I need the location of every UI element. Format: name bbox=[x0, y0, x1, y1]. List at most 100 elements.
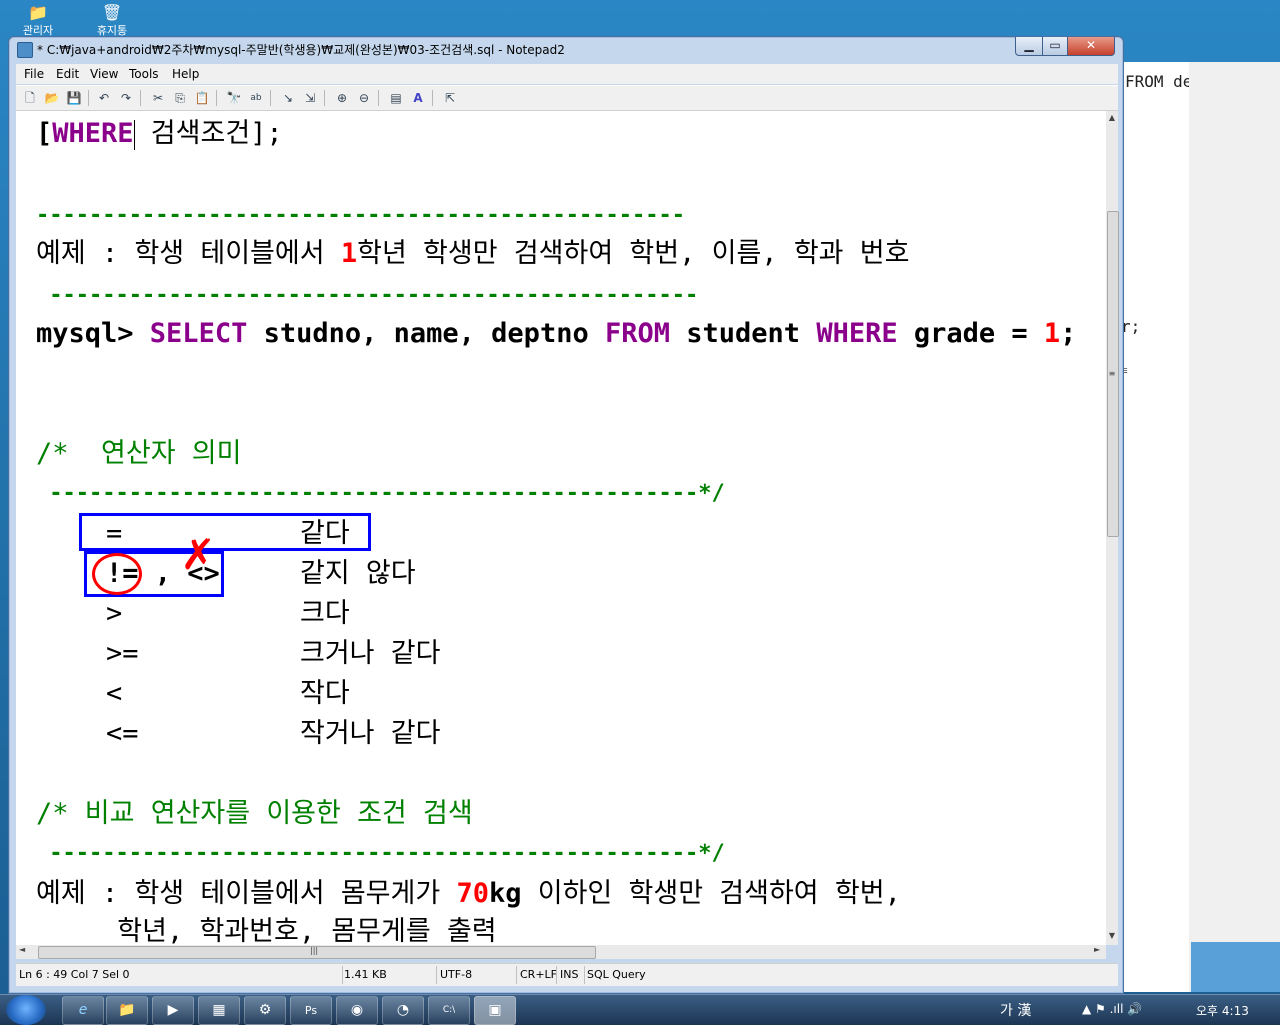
folder-icon: 📁 bbox=[28, 3, 48, 22]
toolbar-separator bbox=[88, 90, 89, 106]
scroll-right-icon[interactable]: ► bbox=[1094, 945, 1100, 954]
media-player-icon[interactable]: ▶ bbox=[152, 996, 194, 1025]
operator-meaning: 크거나 같다 bbox=[300, 638, 441, 669]
toolbar-separator bbox=[324, 90, 325, 106]
operator-symbol: <= bbox=[106, 718, 139, 749]
ime-indicator[interactable]: 가 漢 bbox=[1000, 1000, 1031, 1020]
start-button[interactable] bbox=[6, 995, 46, 1025]
redo-icon[interactable]: ↷ bbox=[118, 90, 134, 106]
toolbar-separator bbox=[216, 90, 217, 106]
tray-icons[interactable]: ▲ ⚑ .ıll 🔊 bbox=[1082, 1002, 1142, 1016]
operator-symbol: >= bbox=[106, 638, 139, 669]
ontop-icon[interactable]: ⇱ bbox=[442, 90, 458, 106]
code-line-where: [WHERE 검색조건]; bbox=[36, 118, 283, 150]
menu-tools[interactable]: Tools bbox=[129, 67, 159, 81]
status-separator bbox=[584, 966, 585, 984]
menu-edit[interactable]: Edit bbox=[56, 67, 79, 81]
find-icon[interactable]: 🔭 bbox=[226, 90, 242, 106]
status-separator bbox=[436, 966, 437, 984]
status-lexer[interactable]: SQL Query bbox=[587, 968, 646, 981]
status-separator bbox=[556, 966, 557, 984]
zoom-in-icon[interactable]: ⊕ bbox=[334, 90, 350, 106]
menu-bar: File Edit View Tools Help bbox=[16, 64, 1118, 84]
scroll-grip-icon: ≡ bbox=[1108, 369, 1116, 378]
highlight-box-equals bbox=[79, 513, 371, 551]
ie-icon[interactable]: e bbox=[62, 996, 104, 1025]
highlight-circle bbox=[92, 553, 142, 595]
document-icon[interactable]: ▦ bbox=[198, 996, 240, 1025]
desktop-icon-admin[interactable]: 📁 관리자 bbox=[8, 4, 68, 38]
explorer-icon[interactable]: 📁 bbox=[106, 996, 148, 1025]
menu-help[interactable]: Help bbox=[172, 67, 199, 81]
example2-text-cont: 학년, 학과번호, 몸무게를 출력 bbox=[36, 916, 497, 945]
save-icon[interactable]: 💾 bbox=[66, 90, 82, 106]
status-separator bbox=[342, 966, 343, 984]
operator-symbol: < bbox=[106, 678, 123, 709]
clock[interactable]: 오후 4:13 bbox=[1196, 1002, 1249, 1019]
example1-text: 예제 : 학생 테이블에서 1학년 학생만 검색하여 학번, 이름, 학과 번호 bbox=[36, 238, 910, 269]
goto-icon[interactable]: ↘ bbox=[280, 90, 296, 106]
zoom-out-icon[interactable]: ⊖ bbox=[356, 90, 372, 106]
background-window[interactable]: FROM department r; ≡ bbox=[1120, 62, 1280, 992]
app-icon bbox=[17, 42, 33, 58]
scroll-down-icon[interactable]: ▼ bbox=[1106, 931, 1118, 940]
status-eol[interactable]: CR+LF bbox=[520, 968, 557, 981]
notepad2-window[interactable]: * C:₩java+android₩2주차₩mysql-주말반(학생용)₩교제(… bbox=[8, 36, 1124, 994]
undo-icon[interactable]: ↶ bbox=[96, 90, 112, 106]
example2-text: 예제 : 학생 테이블에서 몸무게가 70kg 이하인 학생만 검색하여 학번, bbox=[36, 878, 901, 909]
recycle-bin-icon: 🗑 bbox=[101, 3, 123, 22]
toolbar-separator bbox=[378, 90, 379, 106]
paste-icon[interactable]: 📋 bbox=[194, 90, 210, 106]
toolbar-separator bbox=[432, 90, 433, 106]
operator-meaning: 크다 bbox=[300, 598, 350, 629]
toolbar: 🗋 📂 💾 ↶ ↷ ✂ ⎘ 📋 🔭 ab ↘ ⇲ ⊕ ⊖ ▤ A ⇱ bbox=[16, 85, 1118, 111]
operator-meaning: 작거나 같다 bbox=[300, 718, 441, 749]
taskbar: e 📁 ▶ ▦ ⚙ Ps ◉ ◔ C:\ ▣ 가 漢 ▲ ⚑ .ıll 🔊 오후… bbox=[0, 994, 1280, 1025]
toolbar-separator bbox=[140, 90, 141, 106]
cut-icon[interactable]: ✂ bbox=[150, 90, 166, 106]
scroll-up-icon[interactable]: ▲ bbox=[1106, 113, 1118, 122]
replace-icon[interactable]: ab bbox=[248, 90, 264, 106]
maximize-button[interactable]: ▭ bbox=[1042, 37, 1068, 56]
app-icon[interactable]: ◔ bbox=[382, 996, 424, 1025]
status-position: Ln 6 : 49 Col 7 Sel 0 bbox=[19, 968, 130, 981]
cmd-icon[interactable]: C:\ bbox=[428, 996, 470, 1025]
dash-line: ----------------------------------------… bbox=[36, 283, 699, 308]
background-scroll-area bbox=[1189, 62, 1280, 992]
menu-file[interactable]: File bbox=[24, 67, 44, 81]
menu-view[interactable]: View bbox=[90, 67, 118, 81]
scroll-left-icon[interactable]: ◄ bbox=[19, 945, 25, 954]
status-size: 1.41 KB bbox=[344, 968, 387, 981]
minimize-button[interactable]: ▁ bbox=[1015, 37, 1043, 56]
copy-icon[interactable]: ⎘ bbox=[172, 90, 188, 106]
font-icon[interactable]: A bbox=[410, 90, 426, 106]
window-title: * C:₩java+android₩2주차₩mysql-주말반(학생용)₩교제(… bbox=[37, 43, 565, 57]
status-bar: Ln 6 : 49 Col 7 Sel 0 1.41 KB UTF-8 CR+L… bbox=[16, 963, 1118, 986]
operator-symbol: > bbox=[106, 598, 123, 629]
open-icon[interactable]: 📂 bbox=[44, 90, 60, 106]
photoshop-icon[interactable]: Ps bbox=[290, 996, 332, 1025]
horizontal-scrollbar[interactable]: ◄ ||| ► bbox=[16, 945, 1106, 959]
comment-operators-end: ----------------------------------------… bbox=[36, 481, 725, 506]
operator-meaning: 작다 bbox=[300, 678, 350, 709]
operator-meaning: 같지 않다 bbox=[300, 558, 416, 589]
scheme-icon[interactable]: ▤ bbox=[388, 90, 404, 106]
status-separator bbox=[516, 966, 517, 984]
status-encoding[interactable]: UTF-8 bbox=[440, 968, 472, 981]
notepad2-taskbar-icon[interactable]: ▣ bbox=[474, 996, 516, 1025]
toolbar-separator bbox=[270, 90, 271, 106]
new-icon[interactable]: 🗋 bbox=[22, 90, 38, 106]
sql-statement: mysql> SELECT studno, name, deptno FROM … bbox=[36, 318, 1077, 349]
status-ins[interactable]: INS bbox=[560, 968, 578, 981]
settings-icon[interactable]: ⚙ bbox=[244, 996, 286, 1025]
close-button[interactable]: ✕ bbox=[1067, 37, 1115, 56]
dash-line: ----------------------------------------… bbox=[36, 203, 686, 228]
desktop-icon-recycle-bin[interactable]: 🗑 휴지통 bbox=[82, 4, 142, 38]
title-bar[interactable]: * C:₩java+android₩2주차₩mysql-주말반(학생용)₩교제(… bbox=[9, 37, 1123, 61]
chrome-icon[interactable]: ◉ bbox=[336, 996, 378, 1025]
editor-area[interactable]: [WHERE 검색조건]; --------------------------… bbox=[16, 111, 1106, 945]
comment-operators-title: /* 연산자 의미 bbox=[36, 438, 242, 469]
wordwrap-icon[interactable]: ⇲ bbox=[302, 90, 318, 106]
vertical-scrollbar[interactable]: ▲ ≡ ▼ bbox=[1106, 111, 1119, 945]
cross-mark: ✗ bbox=[182, 522, 214, 582]
